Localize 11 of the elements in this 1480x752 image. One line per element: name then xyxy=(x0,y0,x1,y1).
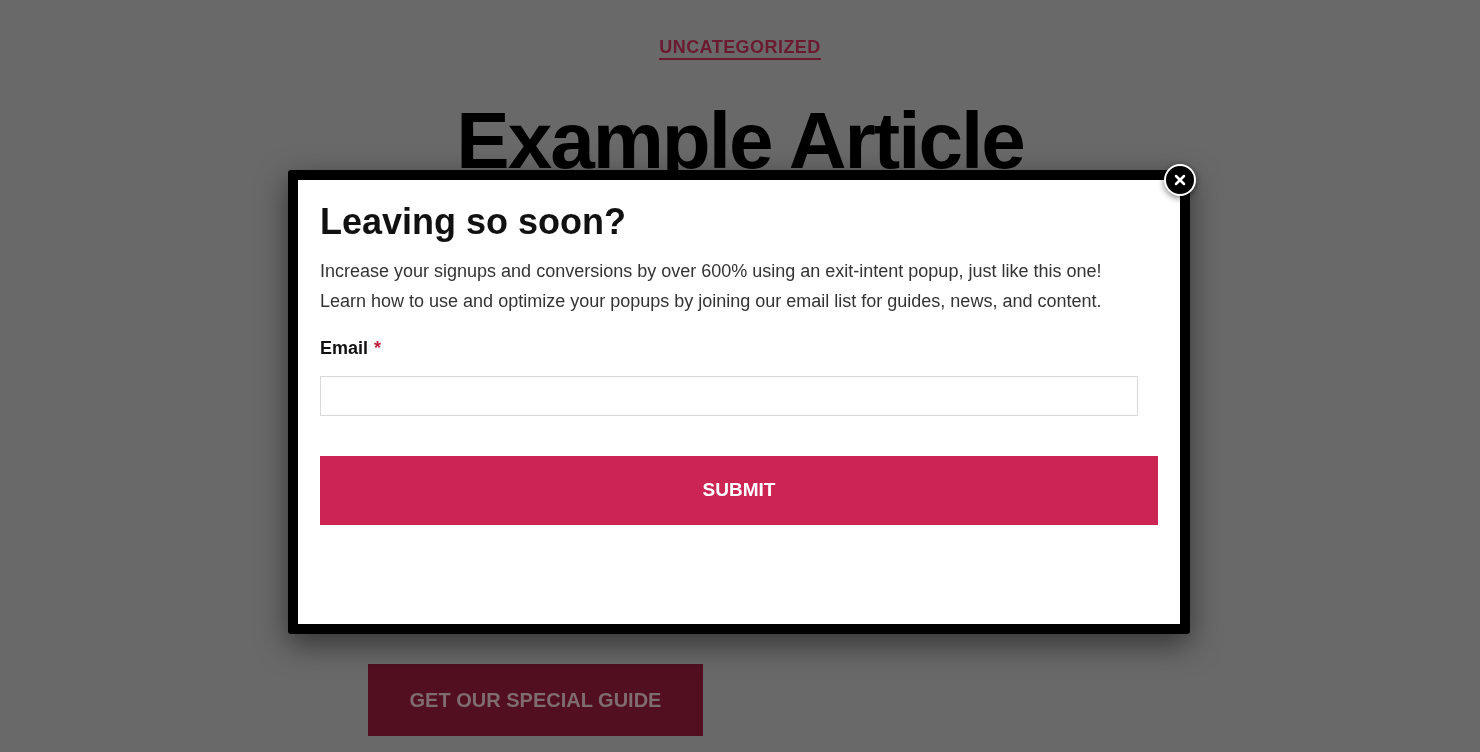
email-field[interactable] xyxy=(320,376,1138,416)
popup-heading: Leaving so soon? xyxy=(320,200,628,244)
guide-button[interactable]: GET OUR SPECIAL GUIDE xyxy=(368,664,703,736)
email-label: Email xyxy=(320,337,369,360)
popup-message: Increase your signups and conversions by over 600% using an exit-intent popup, just like this one! Learn how to use and optimize your popups by joining our email list for guides, news, and content. xyxy=(320,260,1103,313)
article-title: Example Article xyxy=(456,96,1024,186)
close-button[interactable] xyxy=(1164,164,1196,196)
close-icon xyxy=(1174,174,1186,186)
submit-button[interactable]: SUBMIT xyxy=(320,456,1158,525)
required-mark: * xyxy=(374,337,382,360)
category-link[interactable]: UNCATEGORIZED xyxy=(659,36,821,60)
